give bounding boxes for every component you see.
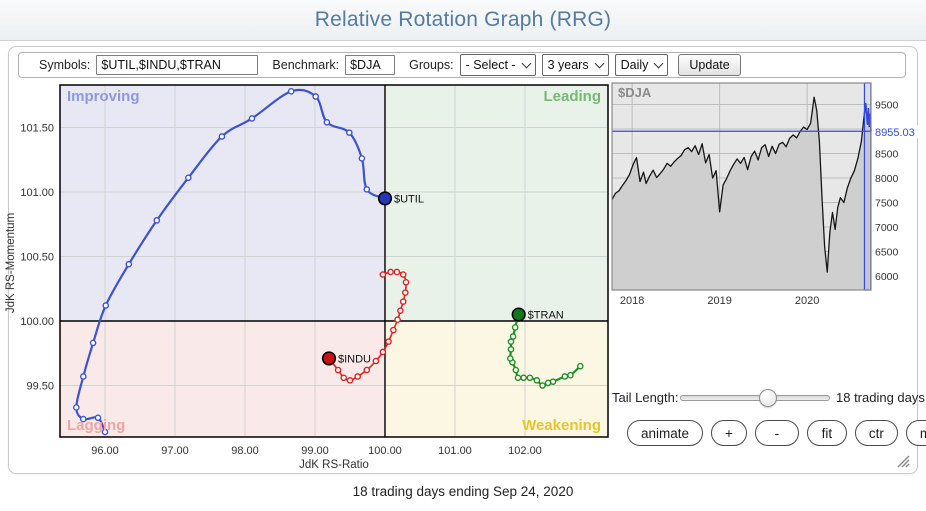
svg-text:8955.03: 8955.03 xyxy=(875,127,915,139)
svg-text:Lagging: Lagging xyxy=(67,417,125,434)
svg-text:7500: 7500 xyxy=(875,198,899,210)
svg-text:101.50: 101.50 xyxy=(20,122,54,134)
frequency-select[interactable]: Daily xyxy=(615,54,669,76)
svg-text:99.50: 99.50 xyxy=(26,381,54,393)
svg-text:6500: 6500 xyxy=(875,247,899,259)
svg-text:$INDU: $INDU xyxy=(338,353,371,365)
svg-text:2018: 2018 xyxy=(620,295,644,307)
svg-text:Leading: Leading xyxy=(543,88,601,105)
svg-text:$TRAN: $TRAN xyxy=(528,310,564,322)
svg-text:6000: 6000 xyxy=(875,271,899,283)
svg-text:Improving: Improving xyxy=(67,88,140,105)
benchmark-input[interactable] xyxy=(345,55,395,75)
period-select[interactable]: 3 years xyxy=(542,54,609,76)
svg-text:JdK RS-Ratio: JdK RS-Ratio xyxy=(299,459,369,471)
ctr-button[interactable]: ctr xyxy=(855,420,898,446)
benchmark-label: Benchmark: xyxy=(272,58,339,72)
zoom-out-button[interactable]: - xyxy=(755,420,799,446)
tail-length-label: Tail Length: xyxy=(612,390,679,405)
svg-text:99.00: 99.00 xyxy=(301,445,329,457)
period-select-value: 3 years xyxy=(548,58,589,72)
fit-button[interactable]: fit xyxy=(807,420,847,446)
rrg-app: Relative Rotation Graph (RRG) Symbols: B… xyxy=(0,0,926,511)
benchmark-chart[interactable]: 6000650070007500800085009000950020182019… xyxy=(610,79,922,309)
footer-caption: 18 trading days ending Sep 24, 2020 xyxy=(0,484,926,499)
groups-select-value: - Select - xyxy=(466,58,516,72)
svg-text:8000: 8000 xyxy=(875,173,899,185)
chevron-down-icon xyxy=(521,59,531,69)
max-button[interactable]: max xyxy=(906,420,926,446)
tail-length-value: 18 trading days xyxy=(836,390,925,405)
svg-text:98.00: 98.00 xyxy=(231,445,259,457)
svg-text:8500: 8500 xyxy=(875,149,899,161)
svg-text:2020: 2020 xyxy=(795,295,819,307)
svg-text:$UTIL: $UTIL xyxy=(394,193,424,205)
svg-text:96.00: 96.00 xyxy=(91,445,119,457)
svg-text:100.50: 100.50 xyxy=(20,251,54,263)
svg-text:100.00: 100.00 xyxy=(20,316,54,328)
svg-text:101.00: 101.00 xyxy=(438,445,472,457)
zoom-in-button[interactable]: + xyxy=(711,420,747,446)
action-buttons: animate + - fit ctr max xyxy=(627,420,926,446)
svg-text:102.00: 102.00 xyxy=(508,445,542,457)
svg-text:101.00: 101.00 xyxy=(20,187,54,199)
tail-length-slider-thumb[interactable] xyxy=(759,389,777,407)
app-header: Relative Rotation Graph (RRG) xyxy=(0,0,926,41)
rrg-chart[interactable]: $UTIL $INDU $TRAN Improving Leading Lagging We… xyxy=(2,83,618,473)
chevron-down-icon xyxy=(594,59,604,69)
update-button[interactable]: Update xyxy=(678,54,740,76)
svg-text:97.00: 97.00 xyxy=(161,445,189,457)
svg-text:2019: 2019 xyxy=(707,295,731,307)
symbols-label: Symbols: xyxy=(39,58,90,72)
groups-select[interactable]: - Select - xyxy=(460,54,536,76)
frequency-select-value: Daily xyxy=(621,58,649,72)
svg-text:JdK RS-Momentum: JdK RS-Momentum xyxy=(5,213,17,313)
svg-text:9500: 9500 xyxy=(875,100,899,112)
page-title: Relative Rotation Graph (RRG) xyxy=(0,0,926,40)
groups-label: Groups: xyxy=(409,58,453,72)
animate-button[interactable]: animate xyxy=(627,420,703,446)
svg-text:$DJA: $DJA xyxy=(618,85,652,100)
svg-text:100.00: 100.00 xyxy=(368,445,402,457)
symbols-input[interactable] xyxy=(96,55,258,75)
resize-grip-icon[interactable] xyxy=(894,452,910,468)
tail-length-slider[interactable] xyxy=(680,395,830,401)
svg-text:Weakening: Weakening xyxy=(522,417,601,434)
svg-text:7000: 7000 xyxy=(875,222,899,234)
chevron-down-icon xyxy=(654,59,664,69)
toolbar: Symbols: Benchmark: Groups: - Select - 3… xyxy=(18,52,906,78)
